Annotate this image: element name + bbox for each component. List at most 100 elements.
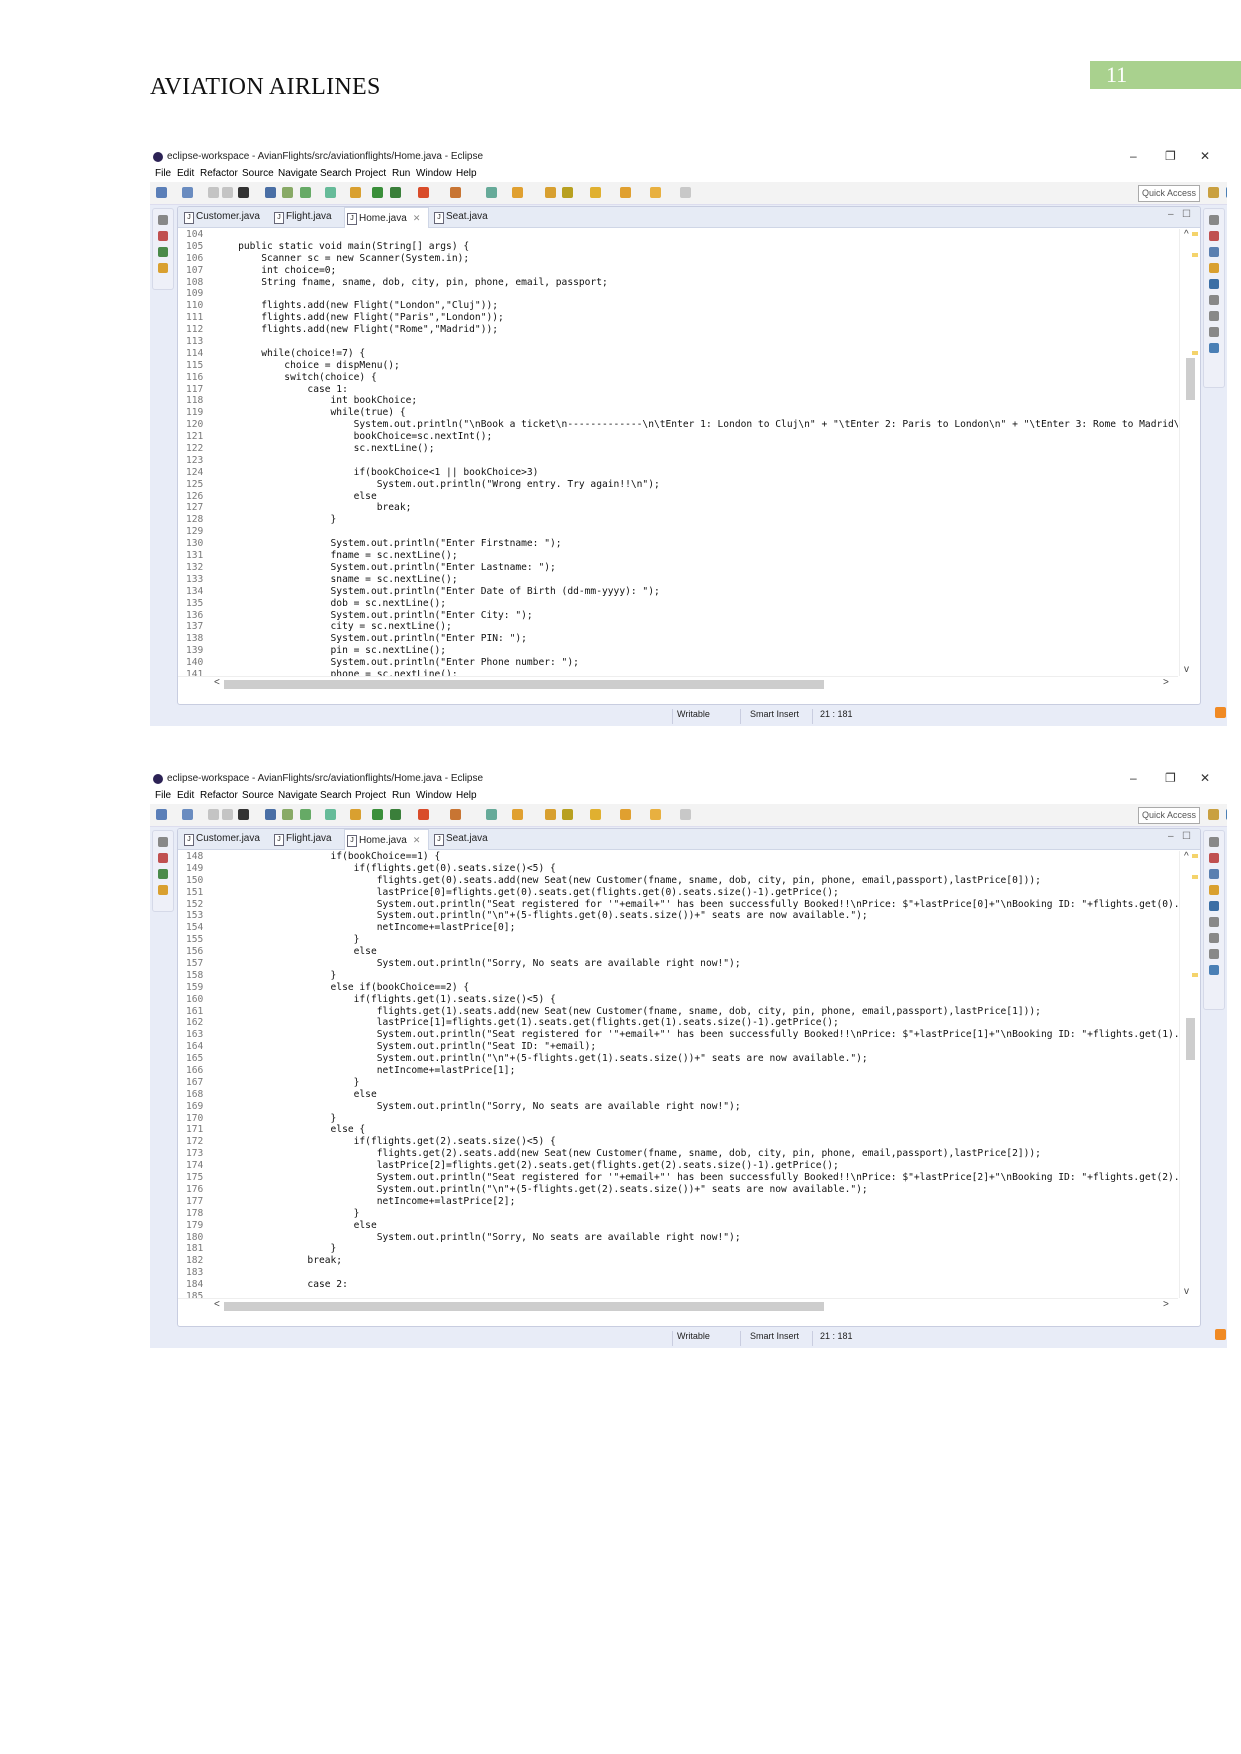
toolbar-button-icon[interactable] <box>418 809 429 820</box>
scroll-left-arrow[interactable]: < <box>214 677 220 688</box>
view-icon[interactable] <box>1209 949 1219 959</box>
toolbar-button-icon[interactable] <box>222 809 233 820</box>
toolbar-button-icon[interactable] <box>325 809 336 820</box>
view-icon[interactable] <box>158 231 168 241</box>
toolbar-button-icon[interactable] <box>680 187 691 198</box>
toolbar-button-icon[interactable] <box>208 809 219 820</box>
overview-marker[interactable] <box>1192 253 1198 257</box>
view-icon[interactable] <box>1209 917 1219 927</box>
toolbar-button-icon[interactable] <box>390 809 401 820</box>
restore-button[interactable]: ❐ <box>1165 771 1176 785</box>
view-icon[interactable] <box>1209 885 1219 895</box>
view-icon[interactable] <box>158 247 168 257</box>
view-icon[interactable] <box>1209 295 1219 305</box>
tab-customer-java[interactable]: J Customer.java <box>182 207 268 227</box>
toolbar-button-icon[interactable] <box>512 809 523 820</box>
view-icon[interactable] <box>1209 279 1219 289</box>
view-icon[interactable] <box>1209 263 1219 273</box>
menu-file[interactable]: File <box>155 168 171 179</box>
menu-edit[interactable]: Edit <box>177 790 194 801</box>
toolbar-button-icon[interactable] <box>300 187 311 198</box>
view-icon[interactable] <box>158 853 168 863</box>
open-perspective-icon[interactable] <box>1208 187 1219 198</box>
toolbar-button-icon[interactable] <box>680 809 691 820</box>
close-button[interactable]: ✕ <box>1200 149 1210 163</box>
minimize-button[interactable]: – <box>1130 771 1137 785</box>
tab-seat-java[interactable]: J Seat.java <box>432 829 496 849</box>
view-icon[interactable] <box>158 263 168 273</box>
view-icon[interactable] <box>1209 215 1219 225</box>
overview-marker[interactable] <box>1192 351 1198 355</box>
scroll-down-arrow[interactable]: v <box>1184 1286 1189 1297</box>
view-icon[interactable] <box>1209 247 1219 257</box>
menu-run[interactable]: Run <box>392 790 410 801</box>
toolbar-button-icon[interactable] <box>418 187 429 198</box>
toolbar-button-icon[interactable] <box>325 187 336 198</box>
toolbar-button-icon[interactable] <box>486 187 497 198</box>
view-icon[interactable] <box>158 215 168 225</box>
notification-icon[interactable] <box>1215 707 1226 718</box>
toolbar-button-icon[interactable] <box>650 187 661 198</box>
tab-home-java[interactable]: J Home.java ✕ <box>344 829 430 850</box>
toolbar-button-icon[interactable] <box>450 809 461 820</box>
horizontal-scrollbar[interactable]: < > <box>178 1298 1178 1313</box>
scroll-right-arrow[interactable]: > <box>1163 677 1169 688</box>
view-icon[interactable] <box>1209 231 1219 241</box>
view-icon[interactable] <box>1209 343 1219 353</box>
java-perspective-icon[interactable] <box>1226 809 1227 820</box>
toolbar-button-icon[interactable] <box>238 809 249 820</box>
toolbar-button-icon[interactable] <box>156 809 167 820</box>
toolbar-button-icon[interactable] <box>372 809 383 820</box>
tab-customer-java[interactable]: J Customer.java <box>182 829 268 849</box>
toolbar-button-icon[interactable] <box>208 187 219 198</box>
toolbar-button-icon[interactable] <box>350 809 361 820</box>
toolbar-button-icon[interactable] <box>545 187 556 198</box>
menu-refactor[interactable]: Refactor <box>200 790 238 801</box>
toolbar-button-icon[interactable] <box>282 187 293 198</box>
menu-help[interactable]: Help <box>456 168 477 179</box>
toolbar-button-icon[interactable] <box>486 809 497 820</box>
vertical-scroll-thumb[interactable] <box>1186 358 1195 400</box>
view-icon[interactable] <box>1209 869 1219 879</box>
restore-button[interactable]: ❐ <box>1165 149 1176 163</box>
view-icon[interactable] <box>1209 853 1219 863</box>
toolbar-button-icon[interactable] <box>265 187 276 198</box>
toolbar-button-icon[interactable] <box>650 809 661 820</box>
code-area[interactable]: 104 105 public static void main(String[] … <box>178 229 1178 676</box>
tab-flight-java[interactable]: J Flight.java <box>272 207 340 227</box>
open-perspective-icon[interactable] <box>1208 809 1219 820</box>
toolbar-button-icon[interactable] <box>450 187 461 198</box>
toolbar-button-icon[interactable] <box>300 809 311 820</box>
toolbar-button-icon[interactable] <box>238 187 249 198</box>
view-icon[interactable] <box>1209 965 1219 975</box>
horizontal-scroll-thumb[interactable] <box>224 680 824 689</box>
view-icon[interactable] <box>1209 837 1219 847</box>
code-area[interactable]: 148 if(bookChoice==1) {149 if(flights.ge… <box>178 851 1178 1298</box>
view-icon[interactable] <box>1209 311 1219 321</box>
tab-home-java[interactable]: J Home.java ✕ <box>344 207 430 228</box>
toolbar-button-icon[interactable] <box>282 809 293 820</box>
horizontal-scrollbar[interactable]: < > <box>178 676 1178 691</box>
toolbar-button-icon[interactable] <box>620 809 631 820</box>
horizontal-scroll-thumb[interactable] <box>224 1302 824 1311</box>
scroll-down-arrow[interactable]: v <box>1184 664 1189 675</box>
menu-source[interactable]: Source <box>242 790 274 801</box>
menu-search[interactable]: Search <box>320 790 352 801</box>
toolbar-button-icon[interactable] <box>372 187 383 198</box>
close-tab-icon[interactable]: ✕ <box>413 213 421 223</box>
notification-icon[interactable] <box>1215 1329 1226 1340</box>
toolbar-button-icon[interactable] <box>350 187 361 198</box>
menu-window[interactable]: Window <box>416 168 452 179</box>
menu-project[interactable]: Project <box>355 790 386 801</box>
overview-marker[interactable] <box>1192 854 1198 858</box>
vertical-scrollbar[interactable]: ^ v <box>1179 851 1200 1298</box>
menu-window[interactable]: Window <box>416 790 452 801</box>
toolbar-button-icon[interactable] <box>545 809 556 820</box>
menu-file[interactable]: File <box>155 790 171 801</box>
menu-refactor[interactable]: Refactor <box>200 168 238 179</box>
toolbar-button-icon[interactable] <box>156 187 167 198</box>
overview-marker[interactable] <box>1192 875 1198 879</box>
menu-navigate[interactable]: Navigate <box>278 168 317 179</box>
view-icon[interactable] <box>158 869 168 879</box>
java-perspective-icon[interactable] <box>1226 187 1227 198</box>
